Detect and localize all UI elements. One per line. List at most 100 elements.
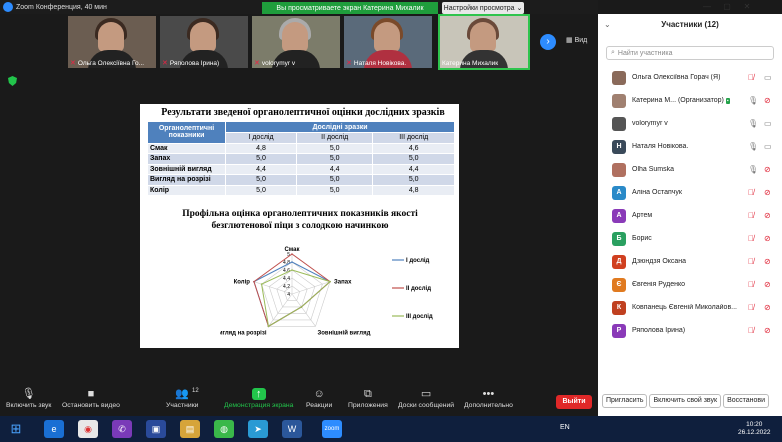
camera-off-icon[interactable]: ⊘ — [764, 280, 771, 289]
camera-icon: ■ — [87, 388, 95, 400]
view-label: Вид — [574, 37, 588, 44]
table-cell: 4,6 — [372, 142, 455, 154]
restore-button[interactable]: Восстанови — [723, 394, 770, 408]
whiteboard-button[interactable]: ▭ Доски сообщений — [398, 388, 454, 409]
participant-name: Артем — [632, 212, 653, 219]
participant-name: volorymyr v — [632, 120, 668, 127]
leave-button[interactable]: Выйти — [556, 395, 592, 409]
camera-off-icon[interactable]: ⊘ — [764, 303, 771, 312]
mic-off-icon[interactable]: 🎙̸ — [748, 211, 754, 220]
audio-label: Включить звук — [6, 402, 52, 409]
camera-off-icon[interactable]: ⊘ — [764, 165, 771, 174]
maximize-icon[interactable]: ▢ — [720, 2, 734, 12]
video-strip: ✕ Ольга Олексіївна Го... ✕ Ряполова Ірина)… — [0, 14, 598, 72]
view-options-button[interactable]: Настройки просмотра ⌄ — [442, 2, 524, 14]
participant-row[interactable]: Olha Sumska 🎙 ⊘ — [598, 158, 782, 181]
participant-row[interactable]: Ольга Олексіївна Горач (Я) 🎙̸ ▭ — [598, 66, 782, 89]
share-screen-button[interactable]: ↑ Демонстрация экрана — [224, 388, 293, 409]
legend-label: ІІІ дослід — [406, 314, 433, 320]
participant-row[interactable]: А Артем 🎙̸ ⊘ — [598, 204, 782, 227]
search-placeholder: Найти участника — [617, 49, 673, 57]
radar-tick-label: 4,4 — [283, 276, 290, 282]
viber-icon[interactable]: ✆ — [112, 420, 132, 438]
participants-button[interactable]: 👥 12 Участники — [166, 388, 199, 409]
camera-off-icon[interactable]: ⊘ — [764, 211, 771, 220]
telegram-icon[interactable]: ➤ — [248, 420, 268, 438]
clock-time: 10:20 — [746, 421, 763, 428]
video-name: volorymyr v — [261, 59, 296, 67]
mic-off-icon[interactable]: 🎙̸ — [748, 303, 754, 312]
camera-icon[interactable]: ▭ — [764, 119, 772, 128]
table-cell: 4,4 — [372, 163, 455, 175]
participant-row[interactable]: Н Наталя Новікова. 🎙 ▭ — [598, 135, 782, 158]
camera-icon[interactable]: ▭ — [764, 142, 772, 151]
camera-off-icon[interactable]: ⊘ — [764, 96, 771, 105]
next-page-button[interactable]: › — [540, 34, 556, 50]
app-icon[interactable]: ◍ — [214, 420, 234, 438]
mic-off-icon[interactable]: 🎙̸ — [748, 257, 754, 266]
participant-row[interactable]: А Аліна Остапчук 🎙̸ ⊘ — [598, 181, 782, 204]
save-icon[interactable]: ▣ — [146, 420, 166, 438]
participant-row[interactable]: Д Дзюндзя Оксана 🎙̸ ⊘ — [598, 250, 782, 273]
participants-list: Ольга Олексіївна Горач (Я) 🎙̸ ▭ Катерина М.… — [598, 66, 782, 342]
shared-slide: Результати зведеної органолептичної оцін… — [140, 104, 459, 348]
participant-row[interactable]: volorymyr v 🎙 ▭ — [598, 112, 782, 135]
table-cell: 5,0 — [372, 153, 455, 165]
chrome-icon[interactable]: ◉ — [78, 420, 98, 438]
windows-taskbar: ⊞ e ◉ ✆ ▣ ▤ ◍ ➤ W zoom EN 10:20 26.12.20… — [0, 416, 782, 442]
search-icon: ⌕ — [611, 49, 615, 56]
video-tile[interactable]: ✕ Наталя Новікова. — [344, 16, 432, 68]
video-tile[interactable]: ✕ Ольга Олексіївна Го... — [68, 16, 156, 68]
clock[interactable]: 10:20 26.12.2022 — [738, 421, 771, 437]
more-button[interactable]: ••• Дополнительно — [464, 388, 513, 409]
unmute-me-button[interactable]: Включить свой звук — [649, 394, 722, 408]
camera-off-icon[interactable]: ⊘ — [764, 326, 771, 335]
video-tile-active[interactable]: Катерина Михалик — [438, 14, 530, 70]
mic-icon[interactable]: 🎙 — [748, 96, 758, 105]
reactions-button[interactable]: ☺ Реакции — [306, 388, 332, 409]
invite-button[interactable]: Пригласить — [602, 394, 648, 408]
table-cell: 5,0 — [224, 153, 298, 165]
audio-button[interactable]: 🎙 Включить звук — [6, 388, 51, 409]
participant-name: Дзюндзя Оксана — [632, 258, 687, 265]
mic-off-icon[interactable]: 🎙̸ — [748, 280, 754, 289]
table-row-label: Вигляд на розрізі — [147, 174, 226, 186]
camera-icon[interactable]: ▭ — [764, 73, 772, 82]
mic-icon[interactable]: 🎙 — [748, 142, 758, 151]
search-input[interactable]: ⌕ Найти участника — [606, 46, 774, 60]
windows-start-icon[interactable]: ⊞ — [6, 420, 26, 438]
participant-row[interactable]: К Ковпанець Євгеній Миколайов... 🎙̸ ⊘ — [598, 296, 782, 319]
avatar: Б — [612, 231, 626, 246]
apps-button[interactable]: ⧉ Приложения — [348, 388, 388, 409]
mic-off-icon[interactable]: 🎙̸ — [748, 326, 754, 335]
mic-icon[interactable]: 🎙 — [748, 165, 758, 174]
mic-icon[interactable]: 🎙 — [748, 119, 758, 128]
camera-off-icon[interactable]: ⊘ — [764, 257, 771, 266]
mic-off-icon[interactable]: 🎙̸ — [748, 234, 754, 243]
zoom-taskbar-icon[interactable]: zoom — [322, 420, 342, 438]
word-icon[interactable]: W — [282, 420, 302, 438]
participant-name: Ковпанець Євгеній Миколайов... — [632, 304, 738, 311]
window-title: Zoom Конференция, 40 мин — [16, 3, 107, 11]
camera-off-icon[interactable]: ⊘ — [764, 188, 771, 197]
video-tile[interactable]: ✕ volorymyr v — [252, 16, 340, 68]
language-indicator[interactable]: EN — [560, 424, 570, 431]
folder-icon[interactable]: ▤ — [180, 420, 200, 438]
radar-category-label: Колір — [234, 280, 251, 286]
minimize-icon[interactable]: — — [700, 2, 714, 12]
participant-row[interactable]: Катерина М... (Организатор) ▪ 🎙 ⊘ — [598, 89, 782, 112]
ie-icon[interactable]: e — [44, 420, 64, 438]
participant-row[interactable]: Р Ряполова Ірина) 🎙̸ ⊘ — [598, 319, 782, 342]
mic-off-icon[interactable]: 🎙̸ — [748, 73, 754, 82]
mic-off-icon[interactable]: 🎙̸ — [748, 188, 754, 197]
view-button[interactable]: ▦ Вид — [566, 36, 587, 44]
camera-off-icon[interactable]: ⊘ — [764, 234, 771, 243]
participant-name: Ольга Олексіївна Горач (Я) — [632, 74, 721, 81]
video-tile[interactable]: ✕ Ряполова Ірина) — [160, 16, 248, 68]
video-button[interactable]: ■ Остановить видео — [62, 388, 120, 409]
participant-row[interactable]: Б Борис 🎙̸ ⊘ — [598, 227, 782, 250]
participant-row[interactable]: Є Євгенія Руденко 🎙̸ ⊘ — [598, 273, 782, 296]
table-cell: 5,0 — [296, 142, 374, 154]
radar-data-point — [329, 280, 331, 283]
close-icon[interactable]: ✕ — [740, 2, 754, 12]
